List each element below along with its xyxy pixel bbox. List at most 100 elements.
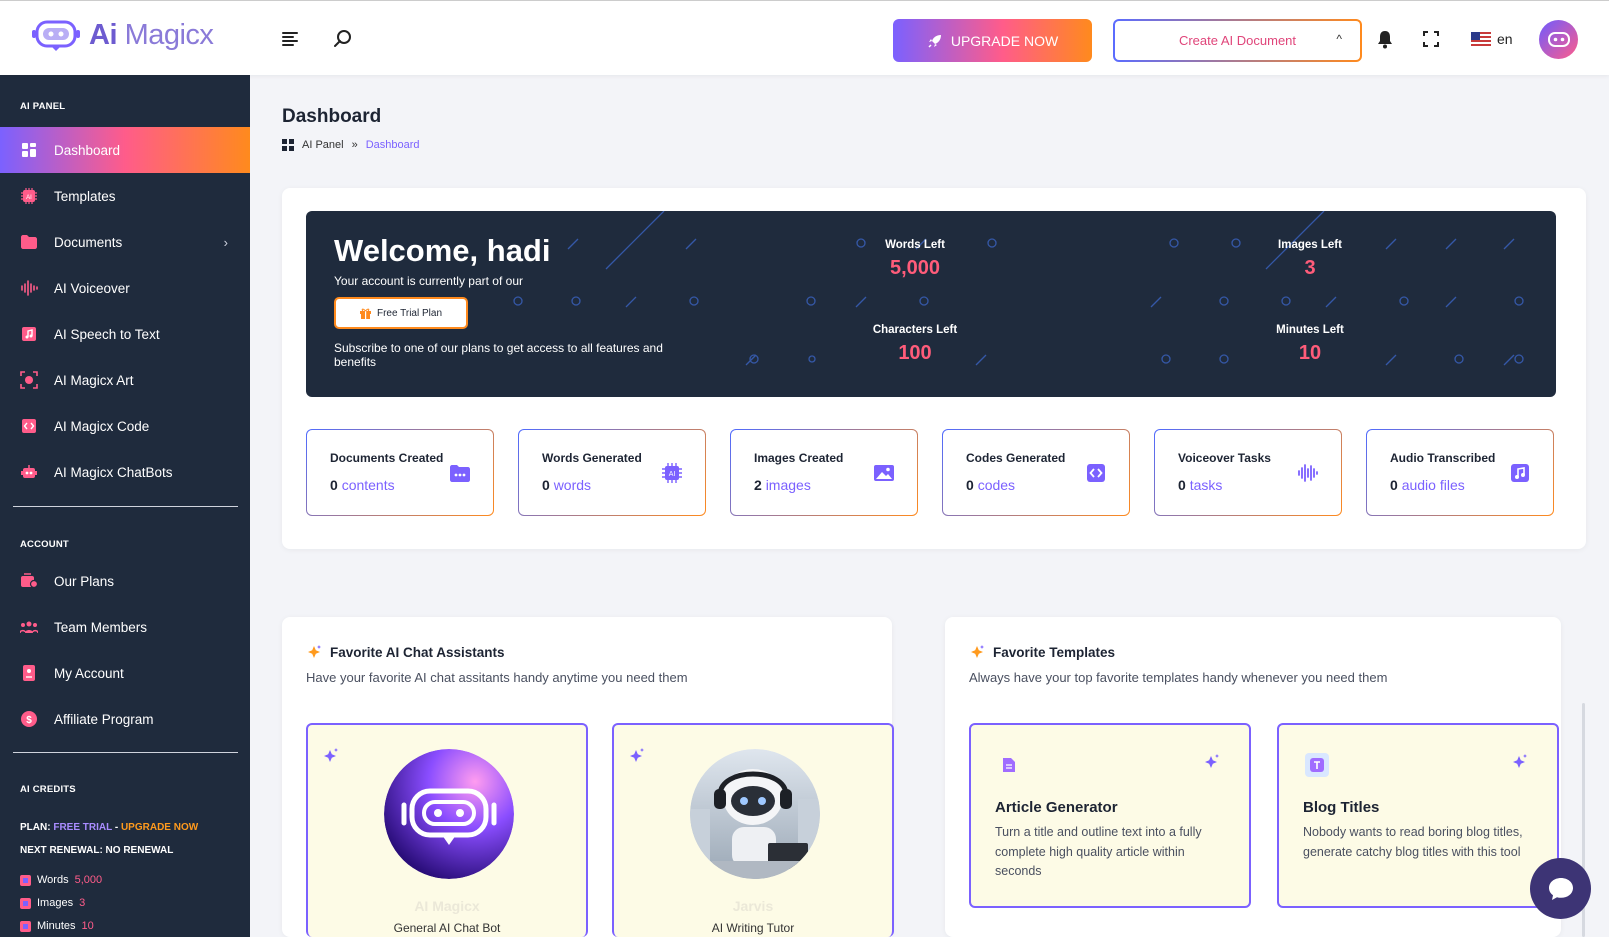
images-credit-icon: [20, 897, 31, 909]
assistant-role: General AI Chat Bot: [393, 921, 501, 935]
favorite-star-icon[interactable]: [1511, 753, 1529, 771]
welcome-subtext: Your account is currently part of our: [334, 274, 523, 288]
sidebar-item-label: AI Magicx ChatBots: [54, 464, 173, 480]
renewal-line: NEXT RENEWAL: NO RENEWAL: [20, 845, 174, 856]
sidebar-item-affiliate-program[interactable]: $ Affiliate Program: [0, 696, 250, 742]
assistant-card-ai-magicx[interactable]: AI Magicx General AI Chat Bot: [306, 723, 588, 937]
breadcrumb-root[interactable]: AI Panel: [302, 139, 344, 151]
language-selector[interactable]: en: [1471, 31, 1513, 47]
stat-documents-created[interactable]: Documents Created 0 contents: [306, 429, 494, 516]
stat-audio-transcribed[interactable]: Audio Transcribed 0 audio files: [1366, 429, 1554, 516]
sidebar-item-my-account[interactable]: My Account: [0, 650, 250, 696]
create-ai-document-label: Create AI Document: [1178, 33, 1297, 48]
metric-value: 5,000: [889, 257, 941, 279]
sidebar-item-dashboard[interactable]: Dashboard: [0, 127, 250, 173]
metric-value: 100: [898, 342, 932, 364]
create-ai-document-dropdown[interactable]: Create AI Document ^: [1113, 19, 1362, 62]
chat-widget-button[interactable]: [1530, 858, 1591, 919]
chevron-right-icon: ›: [223, 234, 228, 250]
stat-images-created[interactable]: Images Created 2 images: [730, 429, 918, 516]
rocket-icon: [928, 34, 941, 48]
breadcrumb-current: Dashboard: [365, 139, 420, 151]
sidebar-item-documents[interactable]: Documents ›: [0, 219, 250, 265]
breadcrumb: AI Panel » Dashboard: [282, 139, 420, 151]
assistant-name: AI Magicx: [414, 898, 480, 914]
stat-voiceover-tasks[interactable]: Voiceover Tasks 0 tasks: [1154, 429, 1342, 516]
sidebar-item-label: Our Plans: [54, 573, 115, 589]
logo-text: Ai Magicx: [89, 18, 214, 51]
search-icon[interactable]: [332, 28, 354, 50]
chat-bubble-icon: [1548, 877, 1573, 900]
gift-icon: [359, 308, 371, 319]
sidebar-item-label: AI Magicx Code: [54, 418, 150, 434]
credit-label: Minutes: [37, 920, 76, 932]
template-description: Nobody wants to read boring blog titles,…: [1303, 825, 1523, 859]
section-ai-credits: AI CREDITS: [20, 784, 76, 795]
favorite-assistants-subtitle: Have your favorite AI chat assitants han…: [306, 670, 688, 685]
soundwave-icon: [20, 279, 38, 297]
sidebar-item-label: Dashboard: [54, 142, 121, 158]
credit-value: 10: [81, 920, 94, 932]
menu-toggle-icon[interactable]: [280, 28, 302, 50]
user-avatar[interactable]: [1539, 20, 1578, 59]
sidebar-item-label: AI Magicx Art: [54, 372, 134, 388]
plan-name[interactable]: FREE TRIAL: [53, 822, 112, 833]
stat-codes-generated[interactable]: Codes Generated 0 codes: [942, 429, 1130, 516]
template-card-blog-titles[interactable]: Blog Titles Nobody wants to read boring …: [1277, 723, 1559, 908]
favorite-templates-title: Favorite Templates: [969, 644, 1115, 660]
sidebar-item-label: Team Members: [54, 619, 148, 635]
credit-row-images: Images 3: [20, 897, 85, 909]
sidebar-item-ai-magicx-art[interactable]: AI Magicx Art: [0, 357, 250, 403]
sidebar-item-ai-magicx-code[interactable]: AI Magicx Code: [0, 403, 250, 449]
sidebar-item-templates[interactable]: AI Templates: [0, 173, 250, 219]
stat-value: 2 images: [754, 477, 811, 493]
sidebar-item-ai-voiceover[interactable]: AI Voiceover: [0, 265, 250, 311]
sparkle-star-icon: [308, 645, 321, 658]
folder-icon: [20, 233, 38, 251]
dashboard-grid-icon: [282, 139, 294, 151]
credit-row-words: Words 5,000: [20, 874, 102, 886]
sidebar-item-label: AI Voiceover: [54, 280, 130, 296]
favorite-star-icon[interactable]: [322, 747, 340, 765]
sparkle-star-icon: [971, 645, 984, 658]
team-icon: [20, 618, 38, 636]
sidebar-divider: [13, 506, 238, 507]
metric-words-left: Words Left 5,000: [835, 239, 995, 280]
stat-title: Audio Transcribed: [1390, 451, 1496, 465]
sidebar-item-ai-magicx-chatbots[interactable]: AI Magicx ChatBots: [0, 449, 250, 495]
metric-value: 3: [1304, 257, 1316, 279]
plan-separator: -: [112, 822, 121, 833]
welcome-heading: Welcome, hadi: [334, 233, 551, 268]
sidebar-item-our-plans[interactable]: Our Plans: [0, 558, 250, 604]
section-ai-panel: AI PANEL: [20, 101, 66, 112]
sidebar-upgrade-link[interactable]: UPGRADE NOW: [121, 822, 198, 833]
metric-label: Minutes Left: [1276, 324, 1344, 336]
favorite-templates-subtitle: Always have your top favorite templates …: [969, 670, 1388, 685]
fullscreen-icon[interactable]: [1420, 28, 1442, 50]
ai-chip-icon: AI: [20, 187, 38, 205]
dollar-badge-icon: $: [20, 710, 38, 728]
stat-words-generated[interactable]: Words Generated 0 words AI: [518, 429, 706, 516]
plans-icon: [20, 572, 38, 590]
free-trial-plan-button[interactable]: Free Trial Plan: [334, 297, 468, 329]
image-icon: [874, 465, 894, 481]
sidebar-item-team-members[interactable]: Team Members: [0, 604, 250, 650]
ai-chip-icon: AI: [662, 463, 682, 483]
sidebar-item-ai-speech-to-text[interactable]: AI Speech to Text: [0, 311, 250, 357]
template-card-article-generator[interactable]: Article Generator Turn a title and outli…: [969, 723, 1251, 908]
upgrade-now-button[interactable]: UPGRADE NOW: [893, 19, 1092, 62]
folder-dots-icon: [450, 465, 470, 482]
sidebar: AI PANEL Dashboard AI Templates Document…: [0, 75, 250, 937]
words-credit-icon: [20, 874, 31, 886]
favorite-star-icon[interactable]: [1203, 753, 1221, 771]
template-title: Article Generator: [995, 799, 1118, 816]
favorite-templates-panel: Favorite Templates Always have your top …: [945, 617, 1561, 937]
template-description: Turn a title and outline text into a ful…: [995, 825, 1202, 878]
minutes-credit-icon: [20, 920, 31, 932]
favorite-assistants-title: Favorite AI Chat Assistants: [306, 644, 505, 660]
metric-label: Words Left: [885, 239, 945, 251]
notification-bell-icon[interactable]: [1374, 28, 1396, 50]
logo[interactable]: Ai Magicx: [31, 18, 214, 52]
favorite-star-icon[interactable]: [628, 747, 646, 765]
assistant-card-jarvis[interactable]: Jarvis AI Writing Tutor: [612, 723, 894, 937]
